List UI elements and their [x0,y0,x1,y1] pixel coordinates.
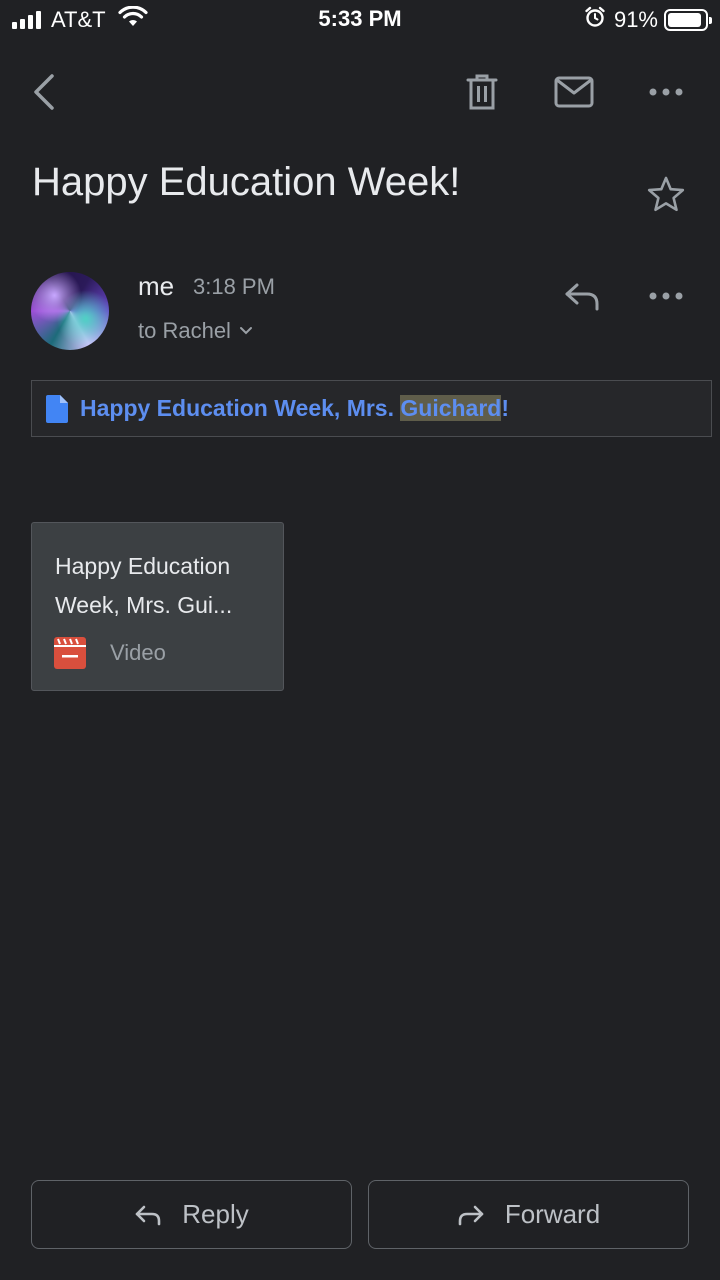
star-button[interactable] [644,172,688,216]
google-doc-icon [46,394,68,423]
forward-label: Forward [504,1199,601,1229]
forward-arrow-icon [458,1205,484,1225]
status-bar: AT&T 5:33 PM 91% [0,0,720,40]
sender-avatar[interactable] [31,272,109,350]
reply-icon-button[interactable] [560,276,604,316]
document-link[interactable]: Happy Education Week, Mrs. Guichard! [31,380,712,437]
mail-icon [554,76,594,108]
attachment-type: Video [54,637,166,669]
message-more-button[interactable] [644,276,688,316]
battery-icon [664,8,712,31]
document-link-text[interactable]: Happy Education Week, Mrs. Guichard! [80,395,509,422]
mark-unread-button[interactable] [550,70,598,114]
email-time: 3:18 PM [193,274,275,299]
email-subject: Happy Education Week! [32,160,461,204]
reply-label: Reply [182,1199,249,1229]
forward-button[interactable]: Forward [368,1180,689,1249]
more-horizontal-icon [649,88,683,96]
status-right: 91% [584,6,712,33]
trash-icon [466,74,498,110]
video-attachment-card[interactable]: Happy Education Week, Mrs. Gui... Video [31,522,284,691]
attachment-type-label: Video [110,640,166,665]
attachment-title: Happy Education Week, Mrs. Gui... [55,553,233,618]
video-clapper-icon [54,637,86,669]
reply-icon [565,283,599,311]
chevron-down-icon [239,327,252,335]
more-horizontal-icon [649,292,683,300]
reply-arrow-icon [135,1205,161,1225]
back-button[interactable] [22,70,66,114]
more-options-button[interactable] [644,70,688,114]
search-highlight: Guichard [400,395,502,421]
recipient-details-toggle[interactable]: to Rachel [138,318,253,344]
sender-name: me [138,271,175,301]
recipient-label: to Rachel [138,318,231,343]
delete-button[interactable] [458,70,506,114]
back-arrow-icon [34,74,54,110]
star-icon [647,176,685,212]
email-detail-screen: AT&T 5:33 PM 91% Happy Education Week! m… [0,0,720,1280]
battery-percent: 91% [613,6,658,32]
reply-button[interactable]: Reply [31,1180,352,1249]
alarm-icon [584,6,606,33]
battery-fill [668,12,701,27]
